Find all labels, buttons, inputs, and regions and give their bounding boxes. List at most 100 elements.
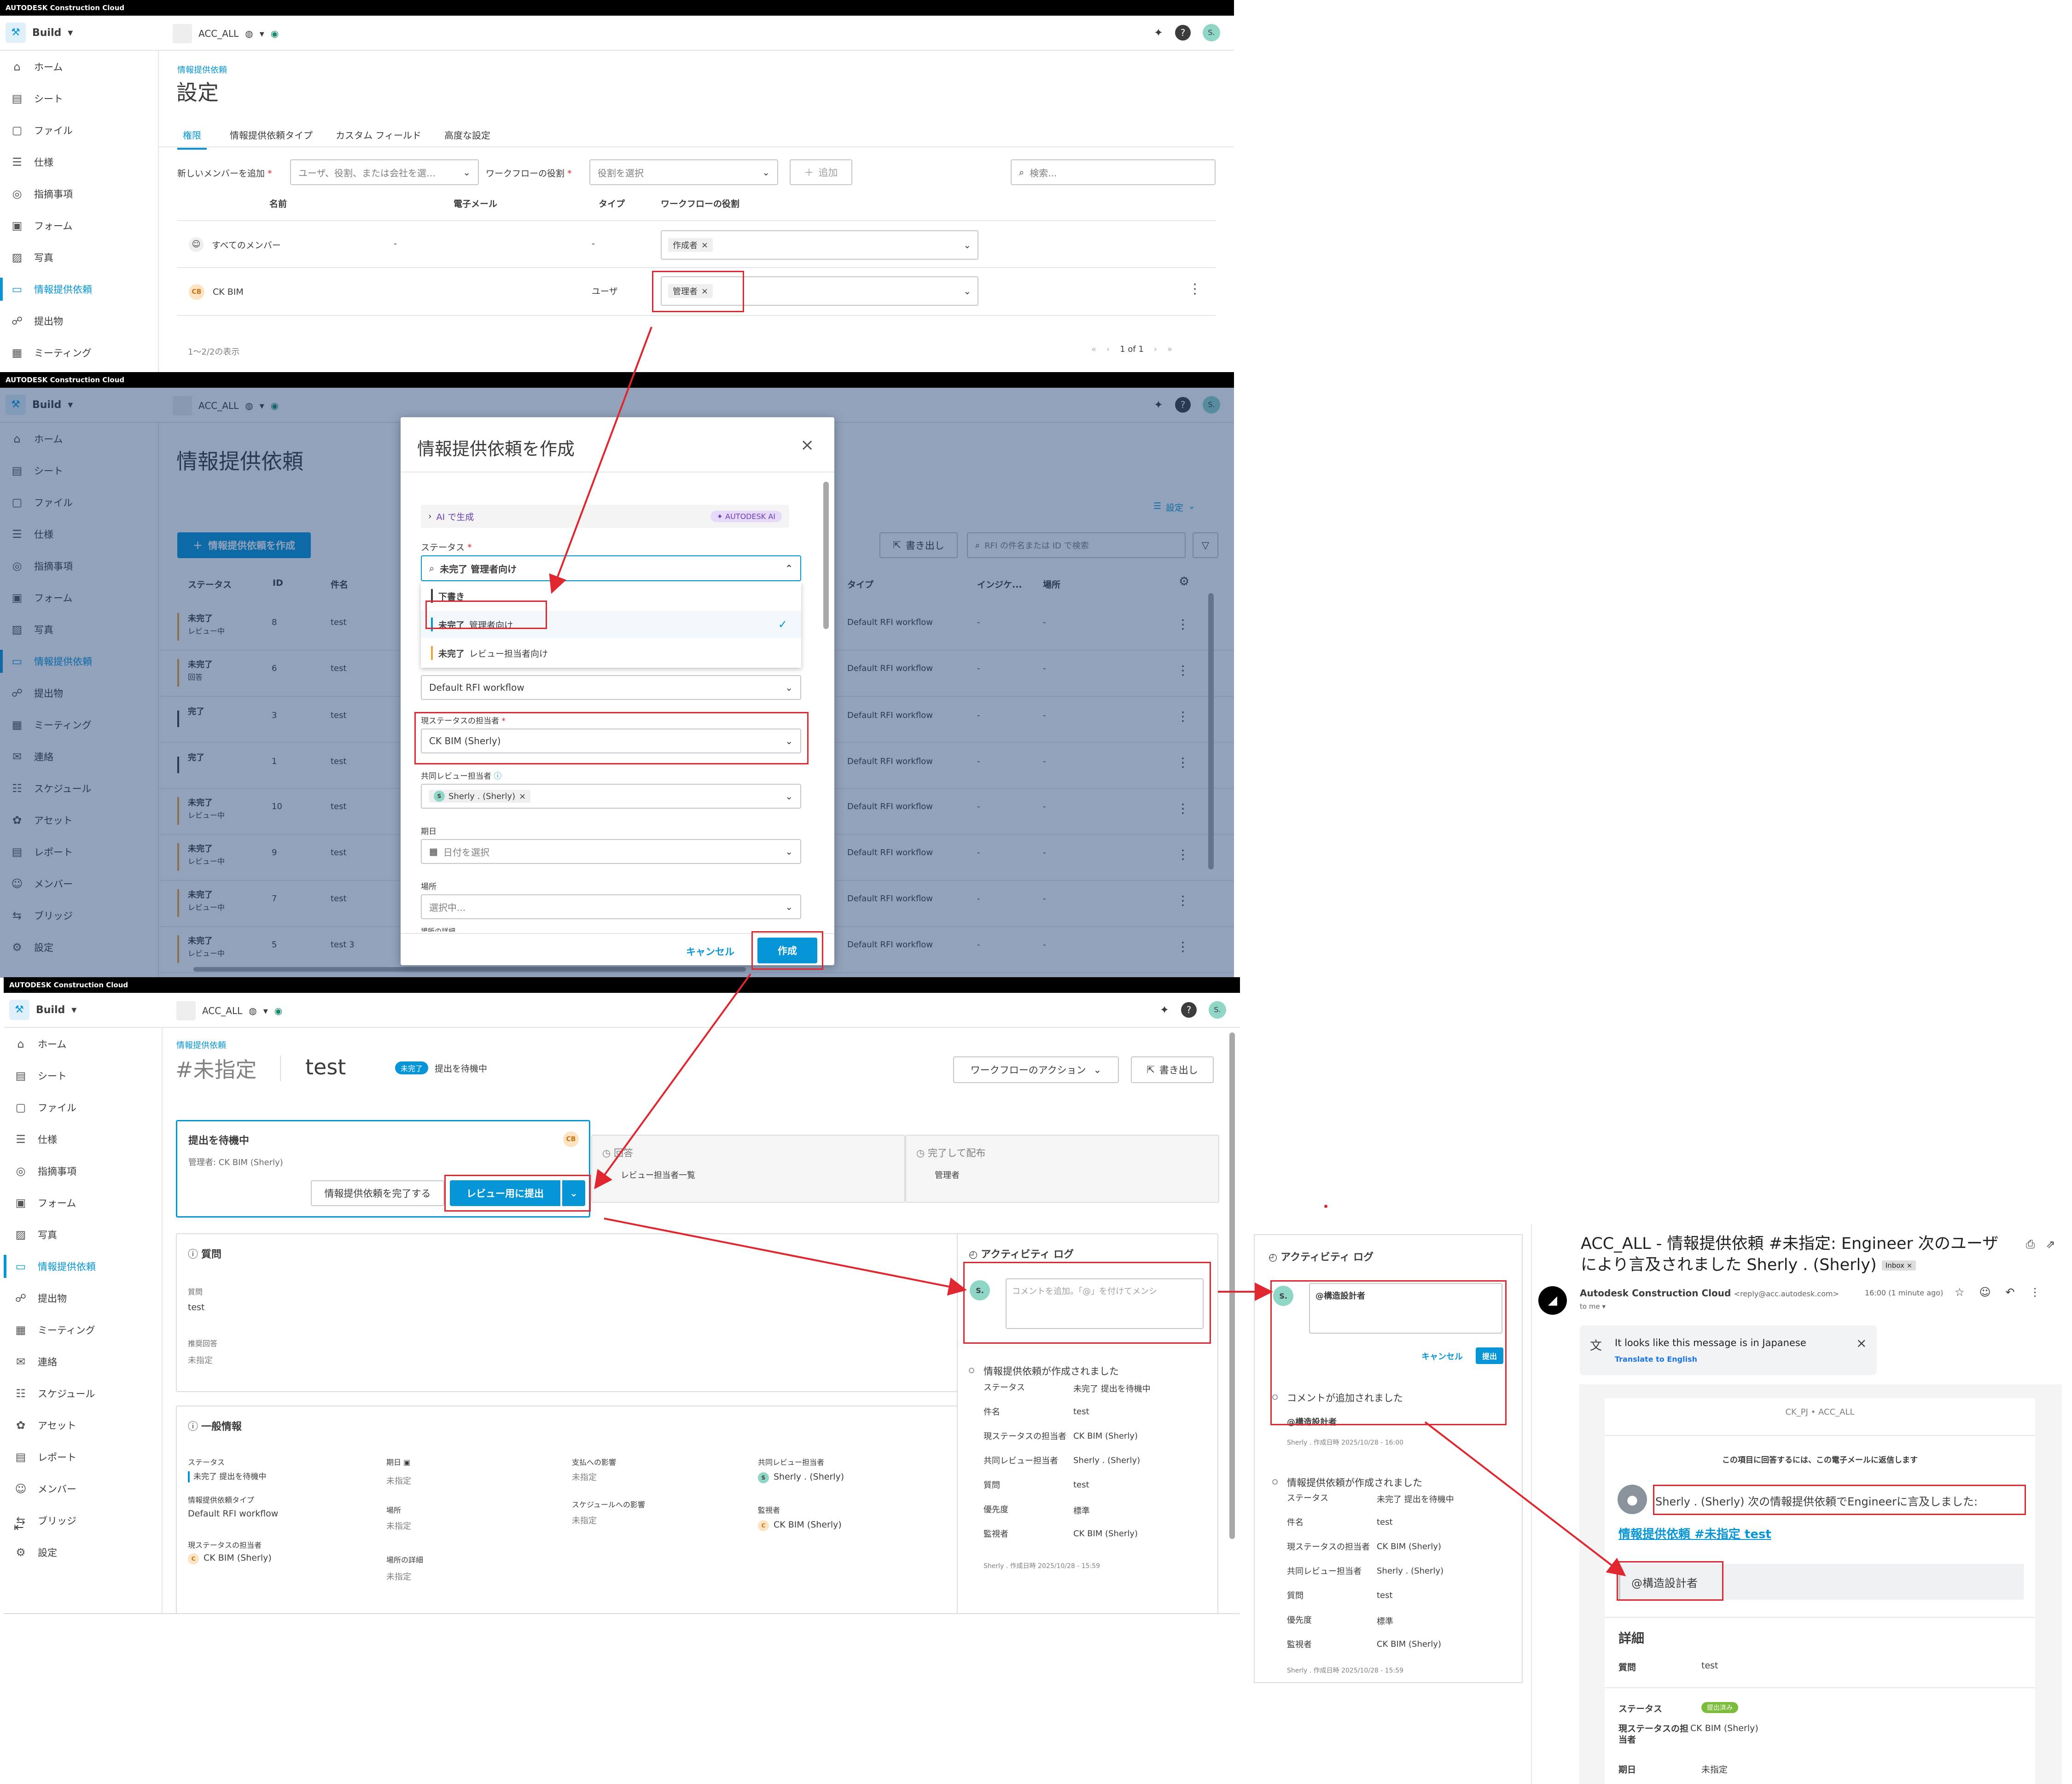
collapse-sidebar-icon[interactable]: ⇤ <box>14 1521 24 1534</box>
sidebar-item-schedule[interactable]: ☷ スケジュール <box>4 1377 162 1409</box>
sidebar-item-members[interactable]: ☺ メンバー <box>4 1473 162 1504</box>
project-name: ACC_ALL <box>198 28 239 39</box>
reply-icon[interactable]: ↶ <box>2006 1286 2015 1299</box>
sidebar-item-form[interactable]: ▣ フォーム <box>4 1187 162 1218</box>
translate-link[interactable]: Translate to English <box>1615 1355 1697 1364</box>
coreviewer-select[interactable]: S Sherly . (Sherly) × ⌄ <box>421 784 801 809</box>
page-scrollbar[interactable] <box>1229 1032 1235 1539</box>
avatar[interactable]: S. <box>1209 1001 1226 1019</box>
recipient[interactable]: to me ▾ <box>1580 1302 1606 1311</box>
close-icon[interactable]: × <box>800 436 814 455</box>
sidebar-item-submittal[interactable]: ☍ 提出物 <box>4 1282 162 1314</box>
breadcrumb[interactable]: 情報提供依頼 <box>177 64 227 76</box>
add-button[interactable]: ＋ 追加 <box>790 159 852 185</box>
cancel-button[interactable]: キャンセル <box>686 944 734 958</box>
role-select[interactable]: 役割を選択 ⌄ <box>589 159 778 185</box>
last-page-icon[interactable]: » <box>1167 344 1172 354</box>
help-icon[interactable]: ? <box>1181 1002 1197 1018</box>
workflow-actions-button[interactable]: ワークフローのアクション ⌄ <box>953 1056 1119 1083</box>
location-label: 場所 <box>421 882 437 892</box>
sidebar-item-meeting[interactable]: ▦ ミーティング <box>4 1314 162 1346</box>
project-selector[interactable]: ACC_ALL ◍ ▾ ◉ <box>176 1001 282 1020</box>
ai-generate-bar[interactable]: › AI で生成 ✦ AUTODESK AI <box>421 505 789 528</box>
chevron-down-icon: ⌄ <box>785 846 793 857</box>
red-dot <box>1324 1205 1327 1208</box>
sidebar-item-form[interactable]: ▣ フォーム <box>0 210 158 241</box>
sidebar-item-sheet[interactable]: ▤ シート <box>0 82 158 114</box>
workflow-role-label-text: ワークフローの役割 <box>486 169 565 179</box>
project-selector[interactable]: ACC_ALL ◍ ▾ ◉ <box>173 24 279 43</box>
location-select[interactable]: 選択中... ⌄ <box>421 894 801 919</box>
first-page-icon[interactable]: « <box>1091 344 1096 354</box>
print-icon[interactable]: ⎙ <box>2026 1238 2035 1251</box>
sidebar-item-home[interactable]: ⌂ ホーム <box>4 1028 162 1060</box>
sidebar-item-spec[interactable]: ☰ 仕様 <box>0 146 158 178</box>
sidebar-item-photo[interactable]: ▨ 写真 <box>4 1218 162 1250</box>
help-icon[interactable]: ? <box>1175 25 1191 41</box>
sidebar-item-submittal[interactable]: ☍ 提出物 <box>0 305 158 337</box>
close-icon[interactable]: × <box>519 792 526 801</box>
status-option-reviewer[interactable]: 未完了 レビュー担当者向け <box>421 639 801 667</box>
sidebar-item-report[interactable]: ▤ レポート <box>4 1441 162 1473</box>
ai-sparkle-icon[interactable]: ✦ <box>1154 26 1163 39</box>
sidebar-item-label: 指摘事項 <box>38 1166 76 1177</box>
calendar-icon[interactable]: ▣ <box>403 1458 410 1467</box>
sidebar-item-rfi[interactable]: ▭ 情報提供依頼 <box>4 1250 162 1282</box>
build-menu[interactable]: ⚒ Build ▾ <box>6 21 73 44</box>
search-input[interactable]: ⌕ 検索... <box>1011 159 1216 185</box>
export-button[interactable]: ⇱ 書き出し <box>1131 1056 1214 1083</box>
sidebar-item-issue[interactable]: ◎ 指摘事項 <box>0 178 158 210</box>
avatar: S <box>434 791 445 802</box>
g-watch-value: C CK BIM (Sherly) <box>758 1520 842 1531</box>
complete-rfi-button[interactable]: 情報提供依頼を完了する <box>311 1180 444 1206</box>
sidebar-item-meeting[interactable]: ▦ ミーティング <box>0 337 158 368</box>
group-icon: ☺ <box>189 237 204 252</box>
status-select[interactable]: ⌕ 未完了 管理者向け ⌃ <box>421 555 801 581</box>
sidebar-item-bridge[interactable]: ⇆ ブリッジ <box>4 1504 162 1536</box>
ai-sparkle-icon[interactable]: ✦ <box>1160 1003 1169 1016</box>
add-member-input[interactable]: ユーザ、役割、または会社を選… ⌄ <box>290 159 479 185</box>
d-question-value: test <box>1701 1661 1718 1671</box>
emoji-icon[interactable]: ☺ <box>1979 1286 1991 1299</box>
breadcrumb[interactable]: 情報提供依頼 <box>176 1039 226 1051</box>
inbox-badge[interactable]: Inbox × <box>1881 1260 1916 1271</box>
next-page-icon[interactable]: › <box>1154 344 1157 354</box>
role-select[interactable]: 作成者 × ⌄ <box>661 230 978 260</box>
chevron-down-icon: ⌄ <box>785 682 793 693</box>
sidebar-item-file[interactable]: ▢ ファイル <box>0 114 158 146</box>
highlight-box <box>963 1262 1211 1344</box>
d-assignee-label: 現ステータスの担当者 <box>1618 1724 1689 1745</box>
workflow-select[interactable]: Default RFI workflow ⌄ <box>421 675 801 700</box>
more-icon[interactable]: ⋮ <box>2030 1286 2041 1299</box>
sidebar-item-asset[interactable]: ✿ アセット <box>4 1409 162 1441</box>
sidebar-item-mail[interactable]: ✉ 連絡 <box>4 1346 162 1377</box>
avatar[interactable]: S. <box>1203 24 1220 41</box>
modal-scrollbar[interactable] <box>823 482 829 629</box>
sidebar-item-sheet[interactable]: ▤ シート <box>4 1060 162 1091</box>
activity-field-value: CK BIM (Sherly) <box>1073 1431 1138 1441</box>
star-icon[interactable]: ☆ <box>1955 1286 1965 1299</box>
sidebar-item-photo[interactable]: ▨ 写真 <box>0 241 158 273</box>
row-divider <box>177 315 1216 316</box>
sidebar-item-file[interactable]: ▢ ファイル <box>4 1091 162 1123</box>
recipient-text: to me <box>1580 1302 1600 1311</box>
popout-icon[interactable]: ⇗ <box>2046 1238 2055 1251</box>
prev-page-icon[interactable]: ‹ <box>1106 344 1110 354</box>
more-icon[interactable]: ⋮ <box>1188 281 1202 297</box>
step-sub: 管理者 <box>935 1171 960 1180</box>
status-label: ステータス * <box>421 542 472 553</box>
rfi-link[interactable]: 情報提供依頼 #未指定 test <box>1618 1525 1771 1542</box>
close-icon[interactable]: × <box>1856 1335 1867 1351</box>
sidebar-item-gear[interactable]: ⚙ 設定 <box>4 1536 162 1568</box>
reply-note: この項目に回答するには、この電子メールに返信します <box>1722 1456 1918 1465</box>
chevron-down-icon: ▾ <box>68 27 73 39</box>
close-icon[interactable]: × <box>701 240 708 250</box>
sidebar-item-rfi[interactable]: ▭ 情報提供依頼 <box>0 273 158 305</box>
chevron-down-icon: ▾ <box>259 28 264 39</box>
build-menu[interactable]: ⚒ Build ▾ <box>9 998 76 1021</box>
due-date-input[interactable]: ▦ 日付を選択 ⌄ <box>421 839 801 864</box>
sidebar-item-spec[interactable]: ☰ 仕様 <box>4 1123 162 1155</box>
sidebar-item-issue[interactable]: ◎ 指摘事項 <box>4 1155 162 1187</box>
comment-meta: Sherly . 作成日時 2025/10/28 - 16:00 <box>1287 1439 1404 1446</box>
sidebar-item-home[interactable]: ⌂ ホーム <box>0 51 158 82</box>
